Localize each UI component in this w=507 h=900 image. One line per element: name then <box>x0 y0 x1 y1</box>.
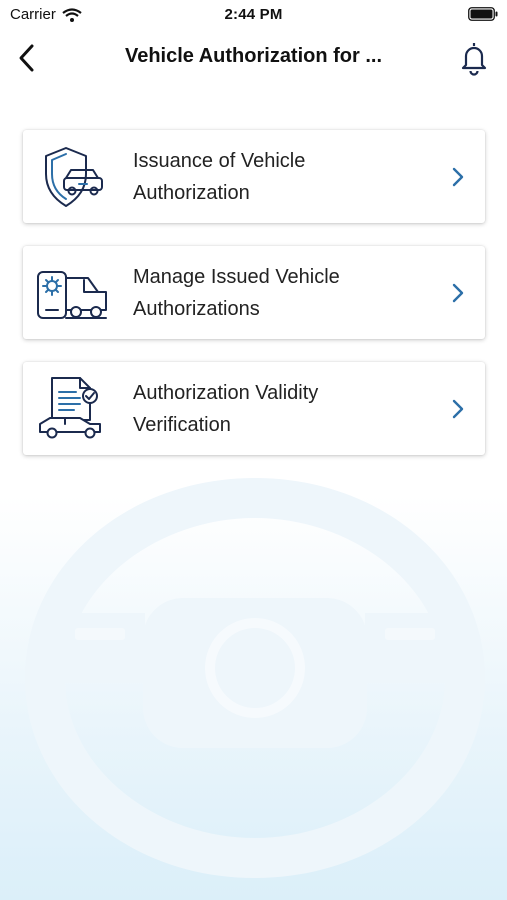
menu-item-label: Authorization Validity Verification <box>133 377 423 441</box>
chevron-right-icon <box>452 167 464 187</box>
menu-item-label-line2: Authorizations <box>133 298 260 320</box>
menu-item-label-line2: Verification <box>133 414 231 436</box>
menu-item-verification[interactable]: Authorization Validity Verification <box>23 362 485 455</box>
document-check-car-icon <box>39 377 101 439</box>
back-button[interactable] <box>14 40 44 76</box>
menu-item-label-line1: Authorization Validity <box>133 382 319 404</box>
status-bar: Carrier 2:44 PM <box>0 0 507 30</box>
phone-gear-van-icon <box>37 271 107 319</box>
menu-item-label: Issuance of Vehicle Authorization <box>133 145 423 209</box>
bell-icon <box>461 43 487 76</box>
navigation-bar: Vehicle Authorization for ... <box>0 30 507 86</box>
menu-item-manage[interactable]: Manage Issued Vehicle Authorizations <box>23 246 485 339</box>
shield-car-icon <box>45 147 103 207</box>
status-time: 2:44 PM <box>224 6 283 23</box>
menu-item-label-line2: Authorization <box>133 182 250 204</box>
menu-item-label: Manage Issued Vehicle Authorizations <box>133 261 423 325</box>
menu-item-label-line1: Manage Issued Vehicle <box>133 266 340 288</box>
notifications-button[interactable] <box>458 39 490 77</box>
menu-item-issuance[interactable]: Issuance of Vehicle Authorization <box>23 130 485 223</box>
menu-item-label-line1: Issuance of Vehicle <box>133 150 306 172</box>
steering-wheel-watermark <box>25 478 485 878</box>
chevron-right-icon <box>452 283 464 303</box>
chevron-right-icon <box>452 399 464 419</box>
battery-icon <box>468 7 498 21</box>
page-title: Vehicle Authorization for ... <box>124 45 383 67</box>
chevron-left-icon <box>19 44 34 72</box>
